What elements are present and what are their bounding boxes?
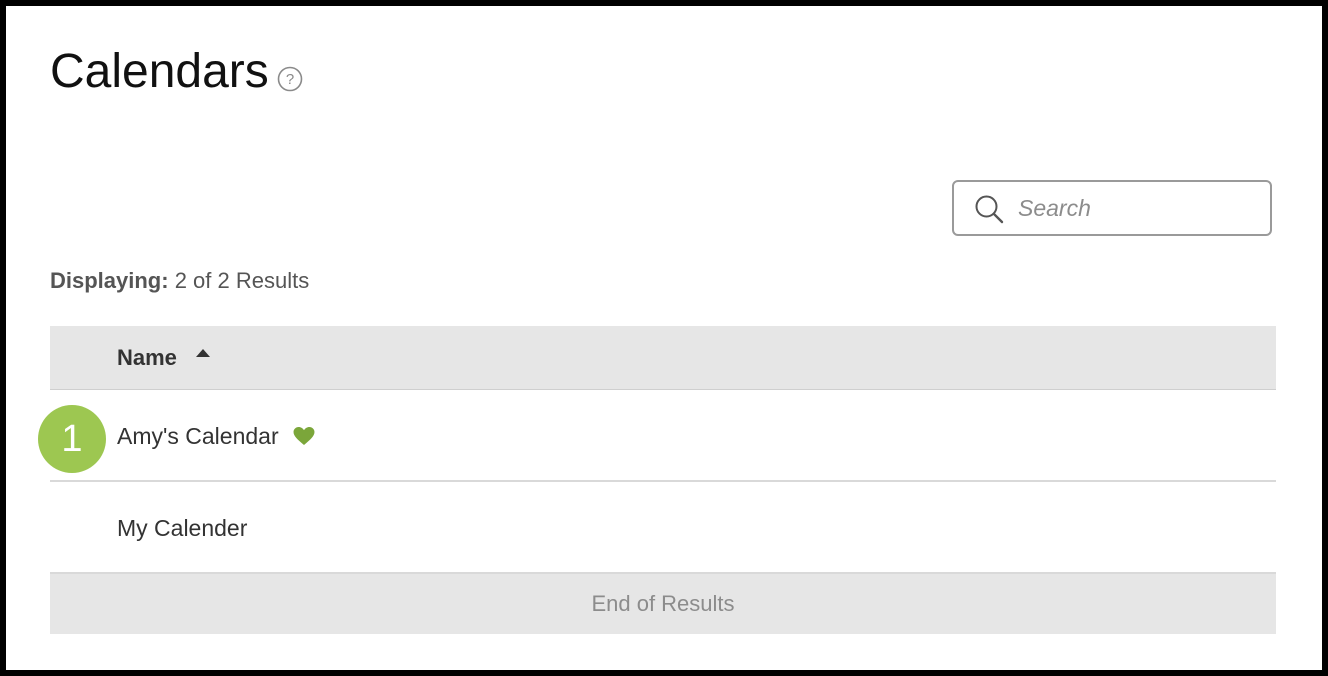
calendar-name[interactable]: My Calender — [117, 515, 247, 541]
page-title: Calendars — [50, 45, 269, 98]
results-count: Displaying: 2 of 2 Results — [50, 268, 309, 294]
table-row[interactable]: Amy's Calendar — [50, 390, 1276, 482]
search-input[interactable] — [1018, 192, 1248, 224]
column-header-name[interactable]: Name — [117, 345, 177, 371]
search-icon — [975, 195, 1004, 224]
caret-up-icon[interactable] — [195, 348, 211, 358]
table-row[interactable]: My Calender — [50, 482, 1276, 574]
end-of-results: End of Results — [50, 574, 1276, 634]
table-header: Name — [50, 326, 1276, 390]
calendars-table: Name Amy's Calendar My Calender End of R… — [50, 326, 1276, 634]
help-icon[interactable]: ? — [277, 66, 303, 92]
heart-icon — [293, 426, 315, 446]
calendars-page: Calendars ? Displaying: 2 of 2 Results N… — [6, 6, 1322, 670]
svg-text:?: ? — [286, 71, 294, 88]
search-box[interactable] — [952, 180, 1272, 236]
calendar-name[interactable]: Amy's Calendar — [117, 423, 279, 449]
results-count-label: Displaying: — [50, 268, 169, 293]
step-number-badge: 1 — [38, 405, 106, 473]
results-count-value: 2 of 2 Results — [174, 268, 310, 293]
